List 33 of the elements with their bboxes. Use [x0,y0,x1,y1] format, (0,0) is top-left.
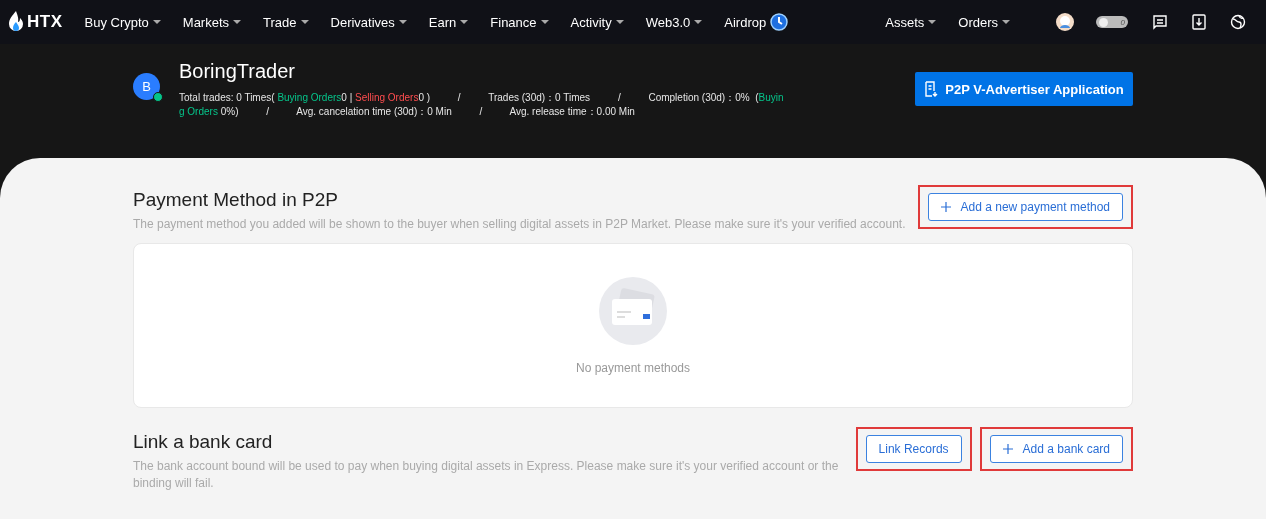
flame-icon [8,11,24,33]
nav-menu-item[interactable]: Assets [885,14,925,30]
trade-stats: Total trades: 0 Times( Buying Orders0 | Selling Orders0 ) / Trades (30d)：0 Times / Completion (30d)：0% (Buying Orders 0%) / Avg. cancelation time (30d)：0 Min / Avg. release time：0.00 Min [179,91,785,119]
advertiser-application-button[interactable]: P2P V-Advertiser Application [915,72,1133,106]
section-description: The bank account bound will be used to pay when buying digital assets in Express. Please make sure it's your verified account or the binding will fail. [133,458,840,492]
section-title: Link a bank card [133,430,274,454]
nav-menu-item[interactable]: Orders [958,14,998,30]
user-avatar-icon[interactable] [1056,13,1074,31]
nav-menu-item[interactable]: Activity [570,14,612,30]
card-illustration [599,276,667,345]
nav-menu-item[interactable]: Earn [428,14,457,30]
nav-menu-item[interactable]: Buy Crypto [84,14,149,30]
logo-text[interactable]: HTX [27,12,63,32]
outline-button[interactable]: Link Records [865,435,962,463]
notification-toggle[interactable]: 0 [1096,16,1128,28]
empty-state-text: No payment methods [575,360,691,375]
outline-button[interactable]: Add a new payment method [927,193,1123,221]
user-avatar: B [133,73,160,100]
outline-button[interactable]: Add a bank card [989,435,1123,463]
nav-menu-item[interactable]: Airdrop [724,14,767,30]
section-description: The payment method you added will be shown to the buyer when selling digital assets in P2P Market. Please make sure it's your verified account. [133,216,906,233]
section-title: Payment Method in P2P [133,188,339,212]
username: BoringTrader [179,59,296,83]
document-icon [924,81,939,97]
nav-menu-item[interactable]: Web3.0 [645,14,691,30]
nav-menu-item[interactable]: Markets [182,14,230,30]
airdrop-icon[interactable] [770,13,789,31]
message-icon[interactable] [1152,14,1168,30]
download-icon[interactable] [1192,14,1206,30]
nav-menu-item[interactable]: Finance [490,14,537,30]
nav-menu-item[interactable]: Derivatives [330,14,395,30]
globe-icon[interactable] [1230,14,1246,30]
nav-menu-item[interactable]: Trade [263,14,297,30]
